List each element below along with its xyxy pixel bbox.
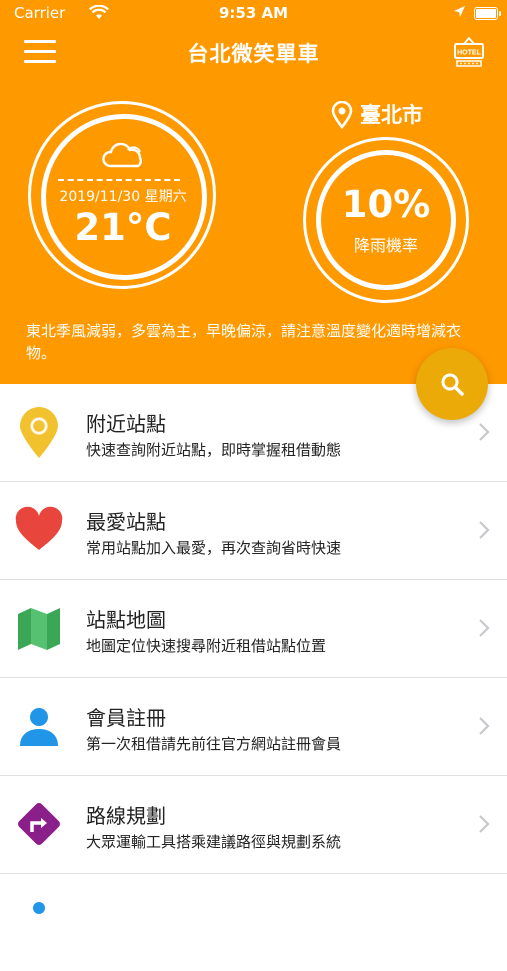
weather-header: Carrier 9:53 AM 台北微笑單車 HOTEL 2019/11/30 … [0, 0, 507, 384]
rain-probability-value: 10% [341, 183, 431, 226]
weather-divider [58, 179, 180, 181]
menu-item-description: 快速查詢附近站點，即時掌握租借動態 [86, 441, 342, 459]
menu-item-description: 第一次租借請先前往官方網站註冊會員 [86, 735, 342, 753]
menu-item-description: 大眾運輸工具搭乘建議路徑與規劃系統 [86, 833, 342, 851]
chevron-right-icon [479, 717, 490, 735]
battery-icon [474, 7, 501, 20]
menu-item-title: 最愛站點 [86, 510, 166, 534]
menu-item-title: 路線規劃 [86, 804, 166, 828]
feature-menu-list: 附近站點 快速查詢附近站點，即時掌握租借動態 最愛站點 常用站點加入最愛，再次查… [0, 384, 507, 971]
location-pin-icon [20, 407, 58, 458]
person-icon [20, 708, 58, 746]
menu-item-favorite-stations[interactable]: 最愛站點 常用站點加入最愛，再次查詢省時快速 [0, 482, 507, 580]
rain-probability-label: 降雨機率 [353, 236, 418, 255]
menu-item-route-planning[interactable]: 路線規劃 大眾運輸工具搭乘建議路徑與規劃系統 [0, 776, 507, 874]
menu-item-title: 站點地圖 [86, 608, 166, 632]
menu-item-description: 常用站點加入最愛，再次查詢省時快速 [86, 539, 342, 557]
heart-icon [15, 506, 63, 550]
chevron-right-icon [479, 521, 490, 539]
chevron-right-icon [479, 619, 490, 637]
app-title: 台北微笑單車 [187, 42, 320, 66]
map-icon [18, 608, 60, 650]
search-button[interactable] [416, 348, 488, 420]
menu-item-next[interactable] [0, 874, 507, 971]
menu-item-member-registration[interactable]: 會員註冊 第一次租借請先前往官方網站註冊會員 [0, 678, 507, 776]
svg-text:HOTEL: HOTEL [457, 50, 481, 57]
menu-item-title: 會員註冊 [86, 706, 166, 730]
temperature-value: 21°C [74, 206, 172, 249]
menu-item-title: 附近站點 [86, 412, 166, 436]
hotel-button[interactable]: HOTEL [452, 36, 486, 68]
hotel-icon: HOTEL [454, 36, 484, 67]
clock-time: 9:53 AM [218, 4, 289, 22]
search-icon [441, 373, 464, 396]
chevron-right-icon [479, 423, 490, 441]
cloudy-weather-icon [102, 142, 142, 168]
weather-date: 2019/11/30 星期六 [59, 189, 187, 205]
forecast-text: 東北季風減弱，多雲為主，早晚偏涼，請注意溫度變化適時增減衣物。 [26, 322, 462, 362]
location-arrow-icon [454, 6, 465, 17]
city-name: 臺北市 [360, 103, 423, 127]
location-pin-icon [331, 101, 353, 129]
chevron-right-icon [479, 815, 490, 833]
location-pin-icon [33, 902, 45, 914]
status-bar: Carrier 9:53 AM [0, 0, 507, 26]
menu-item-description: 地圖定位快速搜尋附近租借站點位置 [86, 637, 327, 655]
menu-item-station-map[interactable]: 站點地圖 地圖定位快速搜尋附近租借站點位置 [0, 580, 507, 678]
route-sign-icon [18, 803, 60, 845]
